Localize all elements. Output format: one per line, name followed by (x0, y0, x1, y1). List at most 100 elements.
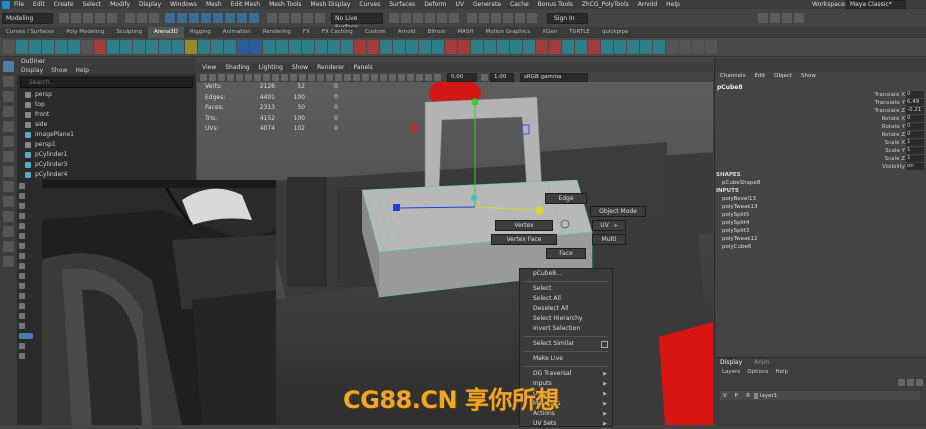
tab-xgen[interactable]: XGen (536, 27, 563, 38)
rotate-tool-icon[interactable] (3, 121, 14, 132)
shelf-tool-49-icon[interactable] (627, 40, 639, 54)
panel-layout-2-icon[interactable] (769, 13, 780, 23)
shelf-dcbox-icon[interactable] (16, 40, 28, 54)
marking-menu-edge[interactable]: Edge (545, 193, 587, 204)
workspace-dropdown[interactable]: Maya Classic* (846, 0, 906, 9)
mask-7-icon[interactable] (237, 13, 247, 23)
mask-icon[interactable] (165, 13, 175, 23)
shelf-tool-24-icon[interactable] (302, 40, 314, 54)
shelf-tool-37-icon[interactable] (471, 40, 483, 54)
attr-row[interactable]: Rotate X0 (714, 115, 926, 123)
multisample-aa-icon[interactable] (380, 73, 387, 81)
outliner-search-input[interactable]: Search... (20, 77, 193, 88)
tool-settings-icon[interactable] (527, 13, 537, 23)
marking-menu-object-mode[interactable]: Object Mode (590, 206, 646, 217)
exposure-field[interactable]: 0.00 (447, 72, 477, 82)
input-node[interactable]: polyTweak12 (722, 235, 758, 243)
isolate-select-icon[interactable] (398, 73, 405, 81)
select-component-icon[interactable] (149, 13, 159, 23)
menu-create[interactable]: Create (54, 1, 74, 8)
camera-select-icon[interactable] (200, 73, 207, 81)
camera-attributes-icon[interactable] (209, 73, 216, 81)
tab-mash[interactable]: MASH (451, 27, 479, 38)
tab-arnold[interactable]: Arnold (392, 27, 422, 38)
input-node[interactable]: polyTweak13 (722, 203, 758, 211)
shelf-tool-30-icon[interactable] (380, 40, 392, 54)
mask-3-icon[interactable] (189, 13, 199, 23)
shelf-tool-46-icon[interactable] (588, 40, 600, 54)
menu-uv[interactable]: UV (456, 1, 465, 8)
mesh-icon[interactable] (19, 313, 25, 319)
new-scene-icon[interactable] (59, 13, 69, 23)
viewport-menu-renderer[interactable]: Renderer (317, 63, 344, 72)
attr-row[interactable]: Scale Z1 (714, 155, 926, 163)
shelf-tool-32-icon[interactable] (406, 40, 418, 54)
symmetry-icon[interactable] (467, 13, 477, 23)
input-node[interactable]: polyCube6 (722, 243, 751, 251)
context-menu-item[interactable]: Deselect All (520, 304, 612, 314)
snap-grid-icon[interactable] (267, 13, 277, 23)
depth-of-field-icon[interactable] (389, 73, 396, 81)
shelf-tool-50-icon[interactable] (640, 40, 652, 54)
shelf-dss-icon[interactable] (211, 40, 223, 54)
tab-arena3d[interactable]: Arena3D (148, 27, 184, 38)
attr-value-field[interactable]: 1 (906, 147, 924, 154)
attr-value-field[interactable]: 1 (906, 155, 924, 162)
attr-row[interactable]: Translate Y 6.49 (714, 99, 926, 107)
render-settings-icon[interactable] (425, 13, 435, 23)
sign-in-button[interactable]: Sign In (547, 12, 588, 24)
marking-menu-uv[interactable]: UV ▸ (592, 220, 626, 231)
smooth-shade-icon[interactable] (308, 73, 315, 81)
open-scene-icon[interactable] (71, 13, 81, 23)
shelf-tool-5-icon[interactable] (68, 40, 80, 54)
tab-display-layers[interactable]: Display (720, 359, 742, 366)
gate-mask-icon[interactable] (263, 73, 270, 81)
attr-row[interactable]: Scale X1 (714, 139, 926, 147)
viewport-menu-show[interactable]: Show (292, 63, 308, 72)
layer-menu-help[interactable]: Help (775, 369, 788, 375)
mesh-icon[interactable] (19, 263, 25, 269)
context-menu-submenu[interactable]: UV Sets ▶ (520, 419, 612, 429)
shelf-tool-21-icon[interactable] (263, 40, 275, 54)
layer-reference-toggle[interactable]: R (746, 393, 750, 399)
shelf-tool-23-icon[interactable] (289, 40, 301, 54)
shelf-tool-42-icon[interactable] (536, 40, 548, 54)
shelf-tool-44-icon[interactable] (562, 40, 574, 54)
menu-file[interactable]: File (14, 1, 24, 8)
last-tool-icon[interactable] (3, 151, 14, 162)
layout-custom-icon[interactable] (3, 256, 14, 267)
input-node[interactable]: polySplit4 (722, 219, 749, 227)
motion-blur-icon[interactable] (371, 73, 378, 81)
shelf-tool-40-icon[interactable] (510, 40, 522, 54)
shelf-chamfer-icon[interactable] (224, 40, 236, 54)
human-ik-icon[interactable] (503, 13, 513, 23)
gamma-field[interactable]: 1.00 (490, 72, 514, 82)
paint-select-tool-icon[interactable] (3, 91, 14, 102)
field-chart-icon[interactable] (272, 73, 279, 81)
grid-icon[interactable] (236, 73, 243, 81)
mask-6-icon[interactable] (225, 13, 235, 23)
xray-joints-icon[interactable] (416, 73, 423, 81)
attr-row[interactable]: Visibility on (714, 163, 926, 171)
shelf-tool-26-icon[interactable] (328, 40, 340, 54)
shelf-tool-43-icon[interactable] (549, 40, 561, 54)
menu-windows[interactable]: Windows (170, 1, 197, 8)
outliner-item[interactable]: side (17, 120, 196, 130)
move-tool-icon[interactable] (3, 106, 14, 117)
attr-value-field[interactable]: on (906, 163, 924, 170)
viewport-menu-lighting[interactable]: Lighting (259, 63, 283, 72)
attr-value-field[interactable]: -0.21 (906, 107, 924, 114)
menu-deform[interactable]: Deform (424, 1, 446, 8)
shelf-tool-20-icon[interactable] (250, 40, 262, 54)
shelf-tool-35-icon[interactable] (445, 40, 457, 54)
context-menu-item[interactable]: Select All (520, 294, 612, 304)
mesh-icon[interactable] (19, 253, 25, 259)
marking-menu-face[interactable]: Face (546, 248, 586, 259)
input-node[interactable]: polySplit3 (722, 227, 749, 235)
attr-row[interactable]: Scale Y1 (714, 147, 926, 155)
screen-space-ao-icon[interactable] (362, 73, 369, 81)
menu-curves[interactable]: Curves (359, 1, 380, 8)
outliner-item[interactable]: pCylinder3 (17, 160, 196, 170)
layout-single-icon[interactable] (3, 166, 14, 177)
shelf-tool-25-icon[interactable] (315, 40, 327, 54)
